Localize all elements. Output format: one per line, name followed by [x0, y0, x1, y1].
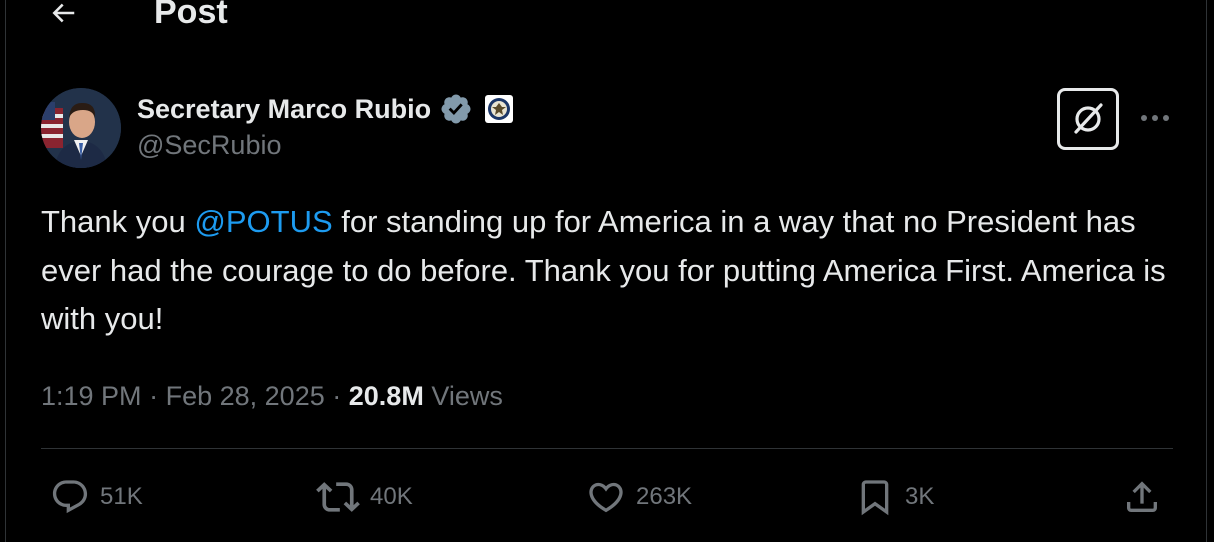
state-department-seal-icon[interactable]: [485, 95, 514, 123]
bookmark-button[interactable]: 3K: [855, 474, 934, 520]
post-text-before: Thank you: [41, 204, 195, 239]
meta-separator: ·: [332, 381, 342, 411]
like-count: 263K: [636, 483, 693, 510]
reply-icon: [52, 480, 88, 514]
repost-icon: [316, 482, 360, 512]
divider: [41, 448, 1173, 449]
share-icon: [1127, 481, 1157, 512]
grok-icon: [1074, 103, 1103, 134]
mention-link[interactable]: @POTUS: [194, 204, 332, 239]
reply-count: 51K: [100, 483, 143, 510]
avatar[interactable]: [41, 88, 121, 168]
post-text: Thank you @POTUS for standing up for Ame…: [41, 198, 1181, 344]
page-title: Post: [154, 0, 228, 31]
verified-badge-icon[interactable]: [439, 92, 473, 126]
bookmark-count: 3K: [905, 483, 935, 510]
like-button[interactable]: 263K: [586, 474, 692, 520]
author-name-row: Secretary Marco Rubio: [137, 90, 514, 128]
repost-button[interactable]: 40K: [316, 474, 413, 520]
repost-count: 40K: [370, 483, 413, 510]
share-button[interactable]: [1122, 474, 1162, 520]
ellipsis-icon: [1141, 115, 1169, 121]
reply-button[interactable]: 51K: [50, 474, 143, 520]
views-label: Views: [431, 381, 503, 411]
more-options-button[interactable]: [1132, 103, 1178, 133]
post-time[interactable]: 1:19 PM: [41, 381, 142, 411]
author-display-name[interactable]: Secretary Marco Rubio: [137, 94, 431, 125]
arrow-left-icon: [52, 3, 75, 23]
post-meta: 1:19 PM · Feb 28, 2025 · 20.8M Views: [41, 376, 503, 416]
back-button[interactable]: [36, 0, 90, 40]
avatar-image: [41, 88, 121, 168]
post-date[interactable]: Feb 28, 2025: [166, 381, 325, 411]
grok-button[interactable]: [1057, 88, 1119, 150]
views-count: 20.8M: [348, 381, 424, 411]
meta-separator: ·: [149, 381, 159, 411]
author-handle[interactable]: @SecRubio: [137, 130, 281, 161]
heart-icon: [589, 482, 623, 513]
bookmark-icon: [861, 480, 889, 516]
